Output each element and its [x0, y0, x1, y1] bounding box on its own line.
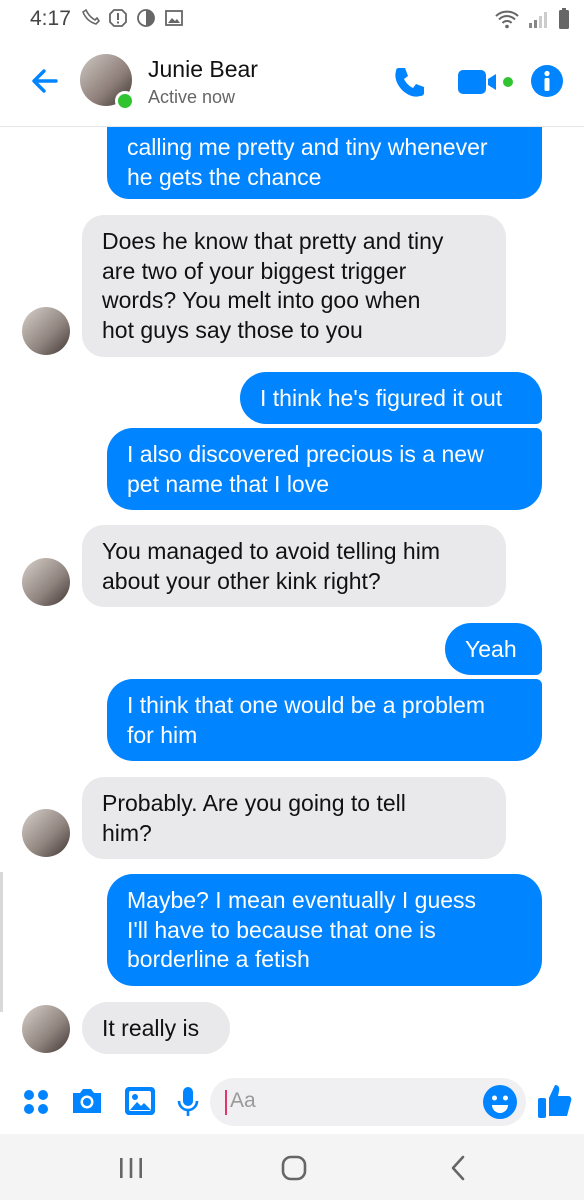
recents-icon[interactable] — [118, 1156, 144, 1180]
call-forward-icon — [82, 8, 100, 25]
phone-icon[interactable] — [392, 64, 428, 100]
microphone-icon[interactable] — [176, 1086, 200, 1118]
contact-avatar-small — [22, 809, 70, 857]
message-input[interactable]: Aa — [210, 1078, 526, 1126]
contact-avatar-small — [22, 1005, 70, 1053]
alert-icon — [109, 9, 127, 27]
info-icon[interactable] — [530, 64, 564, 98]
conversation-header: Junie Bear Active now — [0, 38, 584, 127]
status-time: 4:17 — [30, 7, 71, 30]
wifi-icon — [495, 10, 519, 29]
message-composer: Aa — [0, 1072, 584, 1134]
message-bubble-sent[interactable]: I think he's figured it out — [240, 372, 542, 424]
message-bubble-sent[interactable]: calling me pretty and tiny whenever he g… — [107, 127, 542, 199]
apps-icon[interactable] — [22, 1088, 50, 1116]
image-notification-icon — [165, 10, 183, 26]
text-cursor — [225, 1090, 227, 1115]
message-bubble-sent[interactable]: Maybe? I mean eventually I guess I'll ha… — [107, 874, 542, 986]
contact-avatar-small — [22, 307, 70, 355]
emoji-icon[interactable] — [482, 1084, 518, 1120]
system-navigation-bar — [0, 1134, 584, 1200]
message-bubble-received[interactable]: Probably. Are you going to tell him? — [82, 777, 506, 859]
gallery-icon[interactable] — [124, 1086, 156, 1116]
message-thread[interactable]: calling me pretty and tiny whenever he g… — [0, 127, 584, 1072]
status-bar: 4:17 — [0, 0, 584, 38]
message-bubble-received[interactable]: Does he know that pretty and tiny are tw… — [82, 215, 506, 357]
status-notification-icons — [82, 8, 184, 28]
message-bubble-received[interactable]: It really is — [82, 1002, 230, 1054]
message-bubble-sent[interactable]: I think that one would be a problem for … — [107, 679, 542, 761]
battery-icon — [559, 8, 569, 29]
contact-status: Active now — [148, 87, 236, 107]
camera-icon[interactable] — [70, 1086, 104, 1116]
back-arrow-icon[interactable] — [28, 64, 62, 98]
signal-icon — [529, 12, 547, 28]
scrollbar[interactable] — [0, 872, 3, 1012]
nav-back-icon[interactable] — [448, 1154, 468, 1182]
active-status-dot — [115, 91, 135, 111]
message-bubble-received[interactable]: You managed to avoid telling him about y… — [82, 525, 506, 607]
thumbs-up-icon[interactable] — [536, 1082, 574, 1120]
contact-avatar-small — [22, 558, 70, 606]
contact-name[interactable]: Junie Bear — [148, 56, 258, 83]
moon-icon — [137, 9, 155, 27]
status-system-icons — [494, 8, 570, 30]
home-icon[interactable] — [280, 1154, 308, 1182]
message-bubble-sent[interactable]: I also discovered precious is a new pet … — [107, 428, 542, 510]
video-camera-icon[interactable] — [458, 68, 516, 98]
message-input-placeholder: Aa — [230, 1089, 256, 1112]
message-bubble-sent[interactable]: Yeah — [445, 623, 542, 675]
